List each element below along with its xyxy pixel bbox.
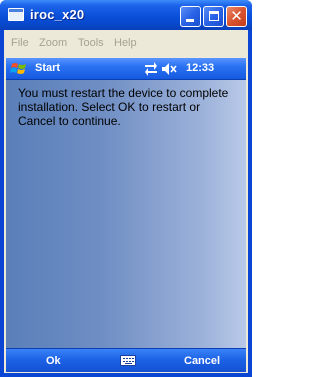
close-icon: ✕ xyxy=(230,7,243,25)
speaker-muted-icon[interactable] xyxy=(161,61,177,77)
softkey-bar: Ok Cancel xyxy=(6,348,246,372)
cancel-softkey[interactable]: Cancel xyxy=(184,355,220,367)
menu-file[interactable]: File xyxy=(11,37,29,49)
emulator-window: iroc_x20 ✕ File Zoom Tools Help Start 12… xyxy=(0,0,252,377)
start-menu-button[interactable]: Start xyxy=(35,62,60,74)
menu-bar: File Zoom Tools Help xyxy=(4,30,248,55)
device-screen: Start 12:33 You must restart the device … xyxy=(6,58,246,372)
connectivity-arrows-icon[interactable] xyxy=(144,61,158,76)
clock-time[interactable]: 12:33 xyxy=(186,62,214,74)
ok-softkey[interactable]: Ok xyxy=(46,355,61,367)
minimize-icon xyxy=(186,19,194,22)
menu-help[interactable]: Help xyxy=(114,37,137,49)
title-bar[interactable]: iroc_x20 ✕ xyxy=(0,0,252,30)
close-button[interactable]: ✕ xyxy=(226,6,247,27)
menu-zoom[interactable]: Zoom xyxy=(39,37,67,49)
navigation-bar: Start 12:33 xyxy=(6,58,246,80)
keyboard-icon[interactable] xyxy=(120,355,136,366)
minimize-button[interactable] xyxy=(180,6,201,27)
window-icon xyxy=(8,8,24,21)
menu-tools[interactable]: Tools xyxy=(78,37,104,49)
window-title: iroc_x20 xyxy=(30,7,85,22)
maximize-icon xyxy=(209,11,219,21)
restart-message: You must restart the device to complete … xyxy=(18,86,229,128)
windows-flag-icon[interactable] xyxy=(10,60,28,78)
maximize-button[interactable] xyxy=(203,6,224,27)
